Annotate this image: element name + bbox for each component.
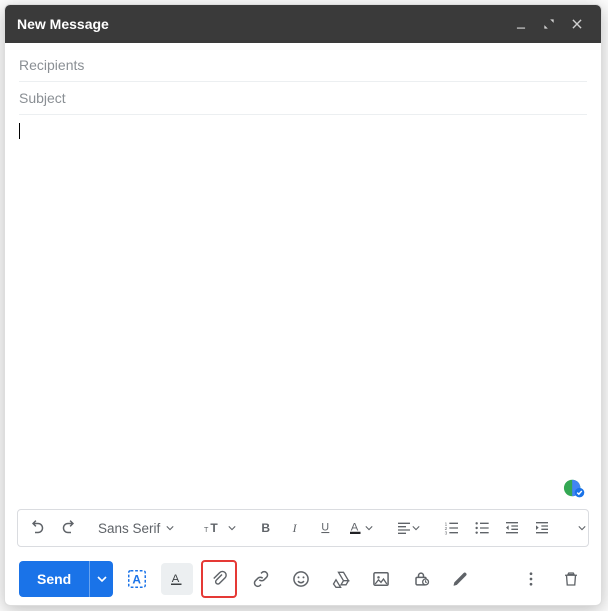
insert-emoji-button[interactable] bbox=[285, 563, 317, 595]
chevron-down-icon bbox=[228, 524, 236, 532]
svg-text:A: A bbox=[172, 573, 180, 585]
svg-text:3: 3 bbox=[445, 531, 448, 536]
send-button[interactable]: Send bbox=[19, 561, 89, 597]
confidential-icon bbox=[411, 569, 431, 589]
italic-button[interactable]: I bbox=[282, 514, 310, 542]
chevron-down-icon bbox=[578, 524, 586, 532]
emoji-icon bbox=[291, 569, 311, 589]
align-left-icon bbox=[396, 520, 412, 536]
window-controls bbox=[509, 12, 589, 36]
text-caret bbox=[19, 123, 20, 139]
fullscreen-icon bbox=[542, 17, 556, 31]
more-formatting-button[interactable] bbox=[568, 514, 596, 542]
font-family-select[interactable]: Sans Serif bbox=[94, 514, 188, 542]
indent-more-icon bbox=[534, 520, 550, 536]
indent-less-icon bbox=[504, 520, 520, 536]
insert-photo-button[interactable] bbox=[365, 563, 397, 595]
svg-text:B: B bbox=[261, 521, 270, 535]
svg-text:A: A bbox=[133, 573, 142, 587]
font-size-button[interactable]: T T bbox=[200, 514, 240, 542]
image-icon bbox=[371, 569, 391, 589]
message-body[interactable] bbox=[19, 123, 587, 509]
window-title: New Message bbox=[17, 16, 509, 32]
text-style-button[interactable]: A bbox=[161, 563, 193, 595]
underline-a-icon: A bbox=[168, 570, 186, 588]
svg-text:I: I bbox=[292, 521, 298, 535]
titlebar: New Message bbox=[5, 5, 601, 43]
minimize-icon bbox=[514, 17, 528, 31]
underline-button[interactable]: U bbox=[312, 514, 340, 542]
formatting-toolbar: Sans Serif T T B I U A bbox=[17, 509, 589, 547]
compose-window: New Message bbox=[4, 4, 602, 606]
bold-button[interactable]: B bbox=[252, 514, 280, 542]
undo-button[interactable] bbox=[24, 514, 52, 542]
send-split-button: Send bbox=[19, 561, 113, 597]
align-button[interactable] bbox=[390, 514, 426, 542]
italic-icon: I bbox=[288, 520, 304, 536]
kebab-icon bbox=[522, 570, 540, 588]
pen-icon bbox=[451, 569, 471, 589]
confidential-mode-button[interactable] bbox=[405, 563, 437, 595]
discard-draft-button[interactable] bbox=[555, 563, 587, 595]
minimize-button[interactable] bbox=[509, 12, 533, 36]
send-options-button[interactable] bbox=[89, 561, 113, 597]
indent-less-button[interactable] bbox=[498, 514, 526, 542]
subject-input[interactable] bbox=[19, 82, 587, 115]
svg-text:T: T bbox=[210, 521, 218, 535]
fullscreen-button[interactable] bbox=[537, 12, 561, 36]
trash-icon bbox=[562, 570, 580, 588]
insert-link-button[interactable] bbox=[245, 563, 277, 595]
chevron-down-icon bbox=[412, 524, 420, 532]
chevron-down-icon bbox=[166, 524, 174, 532]
text-color-icon: A bbox=[347, 519, 365, 537]
numbered-list-icon: 123 bbox=[444, 520, 460, 536]
link-icon bbox=[251, 569, 271, 589]
bold-icon: B bbox=[258, 520, 274, 536]
redo-icon bbox=[59, 519, 77, 537]
font-size-icon: T T bbox=[204, 519, 228, 537]
bulleted-list-button[interactable] bbox=[468, 514, 496, 542]
svg-text:A: A bbox=[351, 521, 359, 533]
header-fields bbox=[5, 43, 601, 115]
more-options-button[interactable] bbox=[515, 563, 547, 595]
paperclip-icon bbox=[210, 570, 228, 588]
close-icon bbox=[570, 17, 584, 31]
recipients-input[interactable] bbox=[19, 49, 587, 82]
insert-signature-button[interactable] bbox=[445, 563, 477, 595]
message-body-area bbox=[5, 115, 601, 509]
insert-drive-button[interactable] bbox=[325, 563, 357, 595]
action-toolbar: Send A A bbox=[5, 553, 601, 605]
svg-text:U: U bbox=[321, 522, 329, 534]
numbered-list-button[interactable]: 123 bbox=[438, 514, 466, 542]
format-a-icon: A bbox=[126, 568, 148, 590]
chevron-down-icon bbox=[365, 524, 373, 532]
attach-file-button[interactable] bbox=[201, 560, 237, 598]
chevron-down-icon bbox=[97, 574, 107, 584]
indent-more-button[interactable] bbox=[528, 514, 556, 542]
underline-icon: U bbox=[318, 520, 334, 536]
assistant-badge-icon[interactable] bbox=[563, 477, 585, 499]
drive-icon bbox=[331, 569, 351, 589]
svg-text:T: T bbox=[204, 525, 209, 534]
bulleted-list-icon bbox=[474, 520, 490, 536]
close-button[interactable] bbox=[565, 12, 589, 36]
formatting-options-button[interactable]: A bbox=[121, 563, 153, 595]
text-color-button[interactable]: A bbox=[342, 514, 378, 542]
undo-icon bbox=[29, 519, 47, 537]
redo-button[interactable] bbox=[54, 514, 82, 542]
font-family-label: Sans Serif bbox=[98, 521, 160, 536]
